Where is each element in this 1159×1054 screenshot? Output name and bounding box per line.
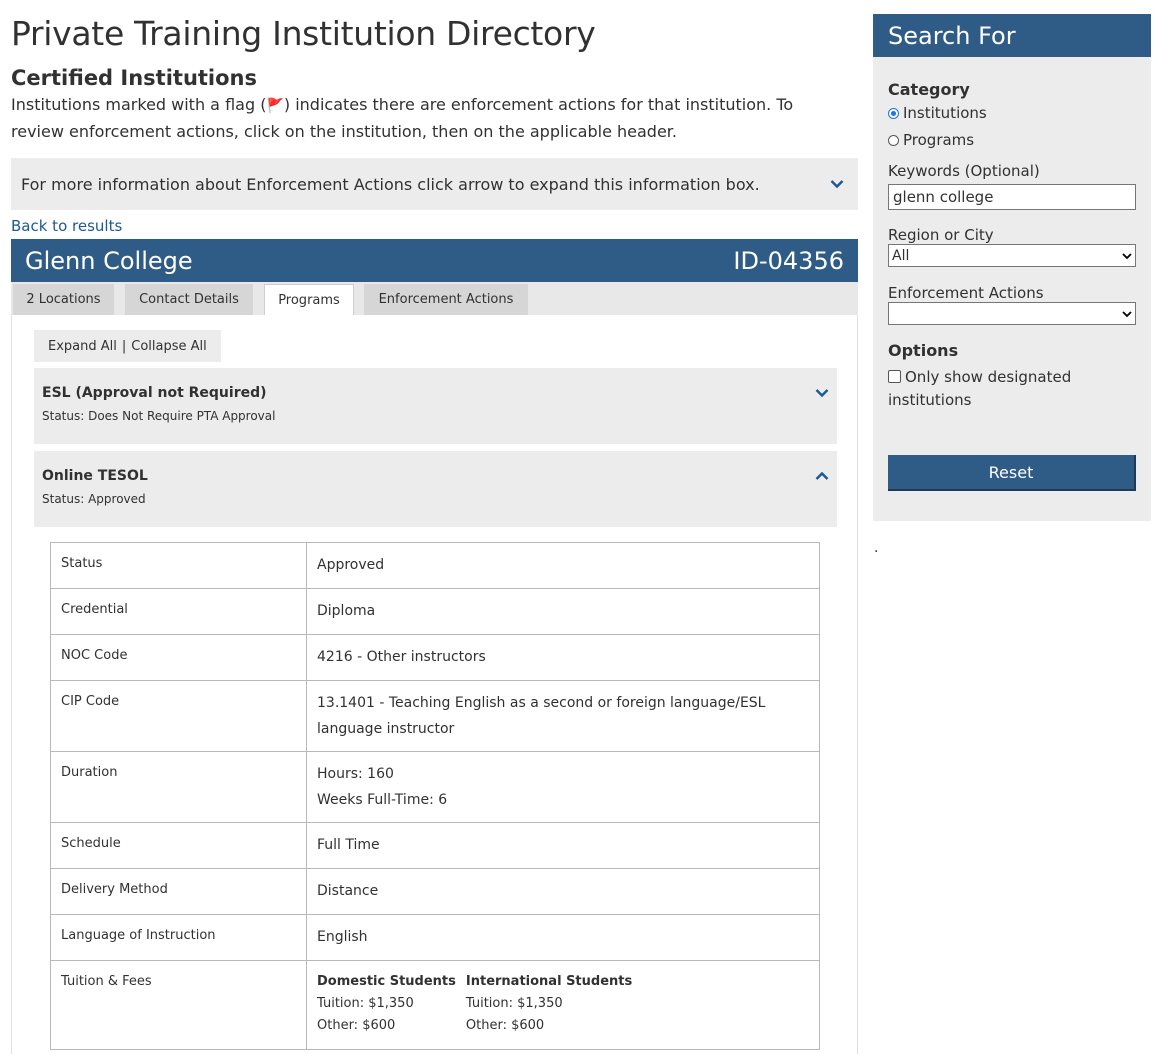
institution-name: Glenn College [25,246,193,275]
row-value: 4216 - Other instructors [306,634,820,681]
row-value: English [306,914,820,961]
intro-text-start: Institutions marked with a flag ( [11,95,267,114]
fees-international: International Students Tuition: $1,350 O… [466,971,632,1037]
fees-domestic: Domestic Students Tuition: $1,350 Other:… [317,971,456,1037]
tuition-fees: Domestic Students Tuition: $1,350 Other:… [317,971,809,1037]
stray-mark: . [874,540,879,556]
program-title: ESL (Approval not Required) [42,385,267,401]
table-row: Tuition & Fees Domestic Students Tuition… [50,960,820,1050]
fees-other: Other: $600 [317,1018,396,1033]
row-value: Domestic Students Tuition: $1,350 Other:… [306,960,820,1050]
row-label: Duration [50,751,307,823]
dropdown-arrow-icon [1122,248,1132,264]
institution-id: ID-04356 [733,246,844,275]
row-label: Credential [50,588,307,635]
tab-enforcement-actions[interactable]: Enforcement Actions [364,284,528,315]
program-status: Status: Does Not Require PTA Approval [42,409,276,423]
checkbox[interactable] [888,370,901,383]
row-label: Status [50,542,307,589]
duration-hours: Hours: 160 [317,766,394,782]
dropdown-arrow-icon [1122,306,1132,322]
sidebar-title: Search For [873,14,1151,57]
table-row: Delivery Method Distance [50,868,820,915]
tab-locations[interactable]: 2 Locations [13,284,114,315]
designated-option[interactable]: Only show designated institutions [888,366,1136,412]
row-label: Schedule [50,822,307,869]
expand-collapse-separator: | [121,338,127,354]
region-value: All [892,247,910,264]
program-details: Status Approved Credential Diploma NOC C… [34,527,837,1054]
region-select[interactable]: All [888,244,1136,267]
row-label: CIP Code [50,680,307,752]
options-label: Options [888,341,959,360]
keywords-value: glenn college [893,188,994,206]
search-sidebar: Search For Category Institutions Program… [873,14,1151,521]
tab-programs[interactable]: Programs [264,284,354,316]
institution-header: Glenn College ID-04356 [11,239,858,282]
table-row: Language of Instruction English [50,914,820,961]
table-row: Credential Diploma [50,588,820,635]
search-form: Category Institutions Programs Keywords … [888,57,1136,491]
chevron-up-icon[interactable] [815,466,829,485]
checkbox-label: Only show designated institutions [888,368,1072,409]
expand-all-link[interactable]: Expand All [48,339,117,354]
collapse-all-link[interactable]: Collapse All [131,339,207,354]
table-row: NOC Code 4216 - Other instructors [50,634,820,681]
fees-tuition: Tuition: $1,350 [465,996,563,1011]
keywords-label: Keywords (Optional) [888,162,1040,180]
back-to-results-link[interactable]: Back to results [11,217,122,235]
program-title: Online TESOL [42,468,148,484]
radio-label: Programs [903,131,975,149]
intro-text: Institutions marked with a flag (🚩) indi… [11,92,851,145]
row-value: Diploma [306,588,820,635]
keywords-input[interactable]: glenn college [888,184,1136,210]
table-row: Schedule Full Time [50,822,820,869]
row-value: Approved [306,542,820,589]
institution-tabs: 2 Locations Contact Details Programs Enf… [11,282,858,316]
table-row: CIP Code 13.1401 - Teaching English as a… [50,680,820,752]
row-label: NOC Code [50,634,307,681]
fees-other: Other: $600 [465,1018,545,1033]
radio-label: Institutions [903,104,987,122]
reset-button[interactable]: Reset [888,455,1136,491]
fees-heading: Domestic Students [317,974,456,989]
program-details-table: Status Approved Credential Diploma NOC C… [50,542,820,1050]
program-accordion-online-tesol[interactable]: Online TESOL Status: Approved [34,451,837,527]
chevron-down-icon[interactable] [826,173,848,195]
enforcement-info-box[interactable]: For more information about Enforcement A… [11,158,858,210]
row-value: Hours: 160 Weeks Full-Time: 6 [306,751,820,823]
info-box-text: For more information about Enforcement A… [21,174,760,194]
table-row: Status Approved [50,542,820,589]
fees-tuition: Tuition: $1,350 [317,996,414,1011]
chevron-down-icon[interactable] [815,383,829,402]
radio-button-checked[interactable] [888,107,899,119]
row-label: Language of Instruction [50,914,307,961]
expand-collapse-bar: Expand All | Collapse All [34,330,221,362]
row-value: Full Time [306,822,820,869]
radio-button[interactable] [888,134,899,146]
table-row: Duration Hours: 160 Weeks Full-Time: 6 [50,751,820,823]
category-label: Category [888,80,970,99]
row-label: Tuition & Fees [50,960,307,1050]
row-label: Delivery Method [50,868,307,915]
section-title: Certified Institutions [11,66,258,90]
flag-icon: 🚩 [266,98,284,114]
page-title: Private Training Institution Directory [11,14,596,53]
enforcement-actions-select[interactable] [888,302,1136,325]
program-accordion-esl[interactable]: ESL (Approval not Required) Status: Does… [34,368,837,444]
row-value: 13.1401 - Teaching English as a second o… [306,680,820,752]
program-status: Status: Approved [42,492,146,506]
radio-institutions[interactable]: Institutions [888,104,1136,122]
radio-programs[interactable]: Programs [888,131,1136,149]
region-label: Region or City [888,226,994,244]
programs-panel: Expand All | Collapse All ESL (Approval … [11,315,858,1054]
tab-contact-details[interactable]: Contact Details [125,284,253,315]
duration-weeks: Weeks Full-Time: 6 [317,792,448,808]
row-value: Distance [306,868,820,915]
fees-heading: International Students [465,974,633,989]
enforcement-actions-label: Enforcement Actions [888,284,1044,302]
